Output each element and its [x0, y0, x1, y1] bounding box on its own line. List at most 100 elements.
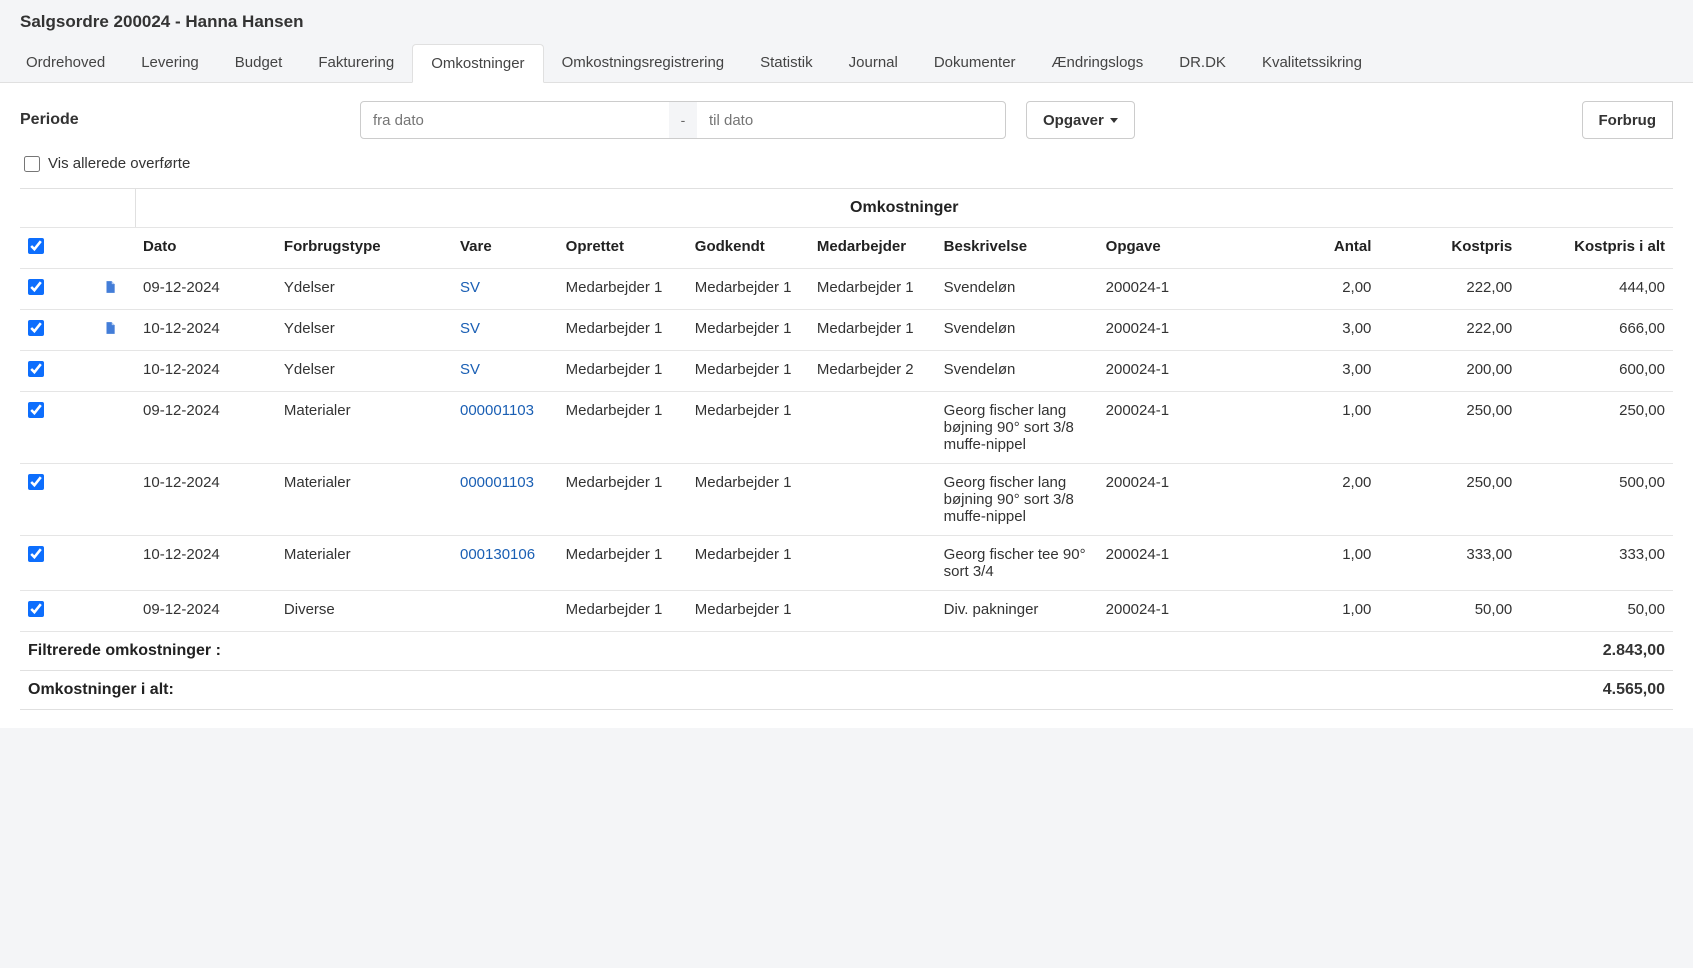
- cell-qty: 3,00: [1285, 351, 1379, 392]
- show-transferred-label[interactable]: Vis allerede overførte: [48, 155, 190, 172]
- cell-cost: 50,00: [1379, 591, 1520, 632]
- cell-employee: [809, 392, 936, 464]
- header-item[interactable]: Vare: [452, 228, 558, 269]
- cell-created: Medarbejder 1: [558, 269, 687, 310]
- tab-journal[interactable]: Journal: [831, 44, 916, 82]
- tab-dr-dk[interactable]: DR.DK: [1161, 44, 1244, 82]
- header-cost[interactable]: Kostpris: [1379, 228, 1520, 269]
- document-icon[interactable]: [103, 280, 117, 294]
- row-checkbox[interactable]: [28, 320, 44, 336]
- cell-qty: 1,00: [1285, 392, 1379, 464]
- cell-type: Ydelser: [276, 310, 452, 351]
- tab-kvalitetssikring[interactable]: Kvalitetssikring: [1244, 44, 1380, 82]
- cell-total: 50,00: [1520, 591, 1673, 632]
- row-checkbox[interactable]: [28, 474, 44, 490]
- table-row[interactable]: 09-12-2024YdelserSVMedarbejder 1Medarbej…: [20, 269, 1673, 310]
- header-date[interactable]: Dato: [135, 228, 276, 269]
- cell-item[interactable]: SV: [452, 269, 558, 310]
- cell-employee: Medarbejder 1: [809, 269, 936, 310]
- document-icon[interactable]: [103, 321, 117, 335]
- header-employee[interactable]: Medarbejder: [809, 228, 936, 269]
- table-row[interactable]: 10-12-2024YdelserSVMedarbejder 1Medarbej…: [20, 351, 1673, 392]
- cell-date: 10-12-2024: [135, 464, 276, 536]
- cell-task: 200024-1: [1098, 392, 1286, 464]
- content-panel: Periode - Opgaver Forbrug Vis allerede o…: [0, 83, 1693, 728]
- cell-date: 09-12-2024: [135, 392, 276, 464]
- cell-task: 200024-1: [1098, 536, 1286, 591]
- cell-type: Materialer: [276, 464, 452, 536]
- date-range: -: [360, 101, 1006, 139]
- cell-item[interactable]: [452, 591, 558, 632]
- cell-employee: [809, 464, 936, 536]
- tab-ordrehoved[interactable]: Ordrehoved: [8, 44, 123, 82]
- cell-description: Svendeløn: [936, 351, 1098, 392]
- select-all-checkbox[interactable]: [28, 238, 44, 254]
- forbrug-button[interactable]: Forbrug: [1582, 101, 1674, 139]
- cell-employee: Medarbejder 1: [809, 310, 936, 351]
- cell-approved: Medarbejder 1: [687, 351, 809, 392]
- cell-cost: 200,00: [1379, 351, 1520, 392]
- tab-omkostningsregistrering[interactable]: Omkostningsregistrering: [544, 44, 743, 82]
- cell-created: Medarbejder 1: [558, 351, 687, 392]
- cell-qty: 2,00: [1285, 464, 1379, 536]
- header-task[interactable]: Opgave: [1098, 228, 1286, 269]
- cell-cost: 333,00: [1379, 536, 1520, 591]
- from-date-input[interactable]: [360, 101, 670, 139]
- cell-description: Georg fischer lang bøjning 90° sort 3/8 …: [936, 392, 1098, 464]
- cell-employee: [809, 536, 936, 591]
- tab-fakturering[interactable]: Fakturering: [300, 44, 412, 82]
- row-checkbox[interactable]: [28, 546, 44, 562]
- header-qty[interactable]: Antal: [1285, 228, 1379, 269]
- tasks-dropdown-button[interactable]: Opgaver: [1026, 101, 1135, 139]
- cell-type: Ydelser: [276, 269, 452, 310]
- table-row[interactable]: 09-12-2024Materialer000001103Medarbejder…: [20, 392, 1673, 464]
- tab-budget[interactable]: Budget: [217, 44, 301, 82]
- total-summary-value: 4.565,00: [1520, 671, 1673, 710]
- cell-item[interactable]: 000001103: [452, 464, 558, 536]
- cell-employee: Medarbejder 2: [809, 351, 936, 392]
- to-date-input[interactable]: [696, 101, 1006, 139]
- cell-date: 09-12-2024: [135, 269, 276, 310]
- cell-cost: 250,00: [1379, 392, 1520, 464]
- filtered-summary-label: Filtrerede omkostninger :: [20, 632, 1520, 671]
- cell-type: Ydelser: [276, 351, 452, 392]
- cell-task: 200024-1: [1098, 464, 1286, 536]
- table-row[interactable]: 10-12-2024Materialer000001103Medarbejder…: [20, 464, 1673, 536]
- filtered-summary-row: Filtrerede omkostninger : 2.843,00: [20, 632, 1673, 671]
- table-row[interactable]: 10-12-2024YdelserSVMedarbejder 1Medarbej…: [20, 310, 1673, 351]
- header-approved[interactable]: Godkendt: [687, 228, 809, 269]
- cell-item[interactable]: 000130106: [452, 536, 558, 591]
- tab-levering[interactable]: Levering: [123, 44, 217, 82]
- select-all-cell: [20, 228, 58, 269]
- row-checkbox[interactable]: [28, 361, 44, 377]
- cell-task: 200024-1: [1098, 269, 1286, 310]
- tab-dokumenter[interactable]: Dokumenter: [916, 44, 1034, 82]
- header-total[interactable]: Kostpris i alt: [1520, 228, 1673, 269]
- tab-statistik[interactable]: Statistik: [742, 44, 831, 82]
- row-checkbox[interactable]: [28, 601, 44, 617]
- tab-omkostninger[interactable]: Omkostninger: [412, 44, 543, 83]
- cell-item[interactable]: SV: [452, 310, 558, 351]
- table-row[interactable]: 09-12-2024DiverseMedarbejder 1Medarbejde…: [20, 591, 1673, 632]
- cell-item[interactable]: 000001103: [452, 392, 558, 464]
- show-transferred-checkbox[interactable]: [24, 156, 40, 172]
- tab--ndringslogs[interactable]: Ændringslogs: [1034, 44, 1162, 82]
- group-header-label: Omkostninger: [135, 189, 1673, 228]
- cell-description: Georg fischer tee 90° sort 3/4: [936, 536, 1098, 591]
- cell-task: 200024-1: [1098, 351, 1286, 392]
- header-description[interactable]: Beskrivelse: [936, 228, 1098, 269]
- cell-item[interactable]: SV: [452, 351, 558, 392]
- cell-description: Svendeløn: [936, 310, 1098, 351]
- cell-created: Medarbejder 1: [558, 464, 687, 536]
- header-created[interactable]: Oprettet: [558, 228, 687, 269]
- header-type[interactable]: Forbrugstype: [276, 228, 452, 269]
- cell-date: 10-12-2024: [135, 310, 276, 351]
- cell-task: 200024-1: [1098, 310, 1286, 351]
- cell-qty: 1,00: [1285, 536, 1379, 591]
- row-checkbox[interactable]: [28, 402, 44, 418]
- table-row[interactable]: 10-12-2024Materialer000130106Medarbejder…: [20, 536, 1673, 591]
- cell-cost: 250,00: [1379, 464, 1520, 536]
- cell-approved: Medarbejder 1: [687, 591, 809, 632]
- cell-total: 600,00: [1520, 351, 1673, 392]
- row-checkbox[interactable]: [28, 279, 44, 295]
